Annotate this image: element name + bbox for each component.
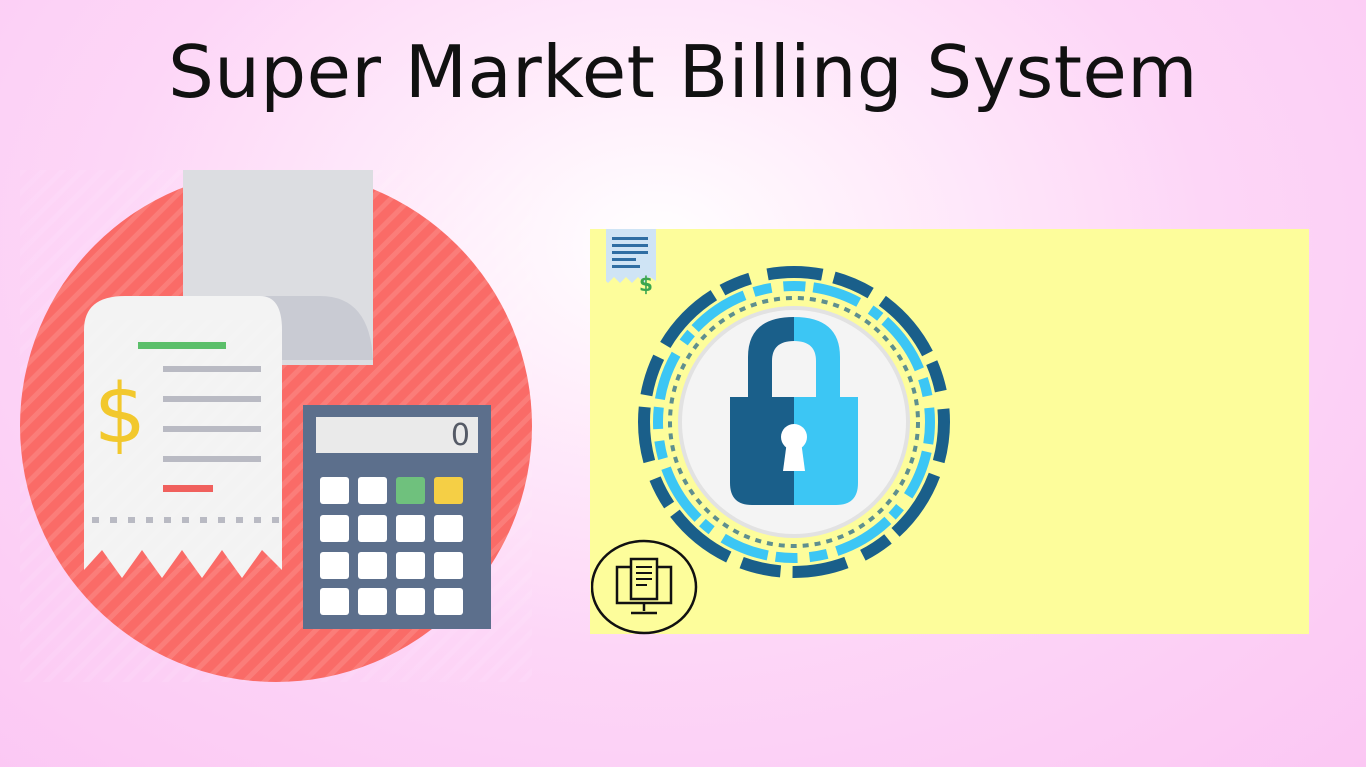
receipt-and-calculator-icon: $ 0 <box>20 170 532 682</box>
padlock-icon <box>638 266 950 578</box>
dollar-icon: $ <box>94 367 146 462</box>
calculator-display: 0 <box>451 418 470 453</box>
security-panel: $ <box>590 229 1309 635</box>
monitor-document-icon <box>591 539 698 635</box>
page-title: Super Market Billing System <box>168 30 1198 114</box>
calculator-icon: 0 <box>303 405 491 629</box>
